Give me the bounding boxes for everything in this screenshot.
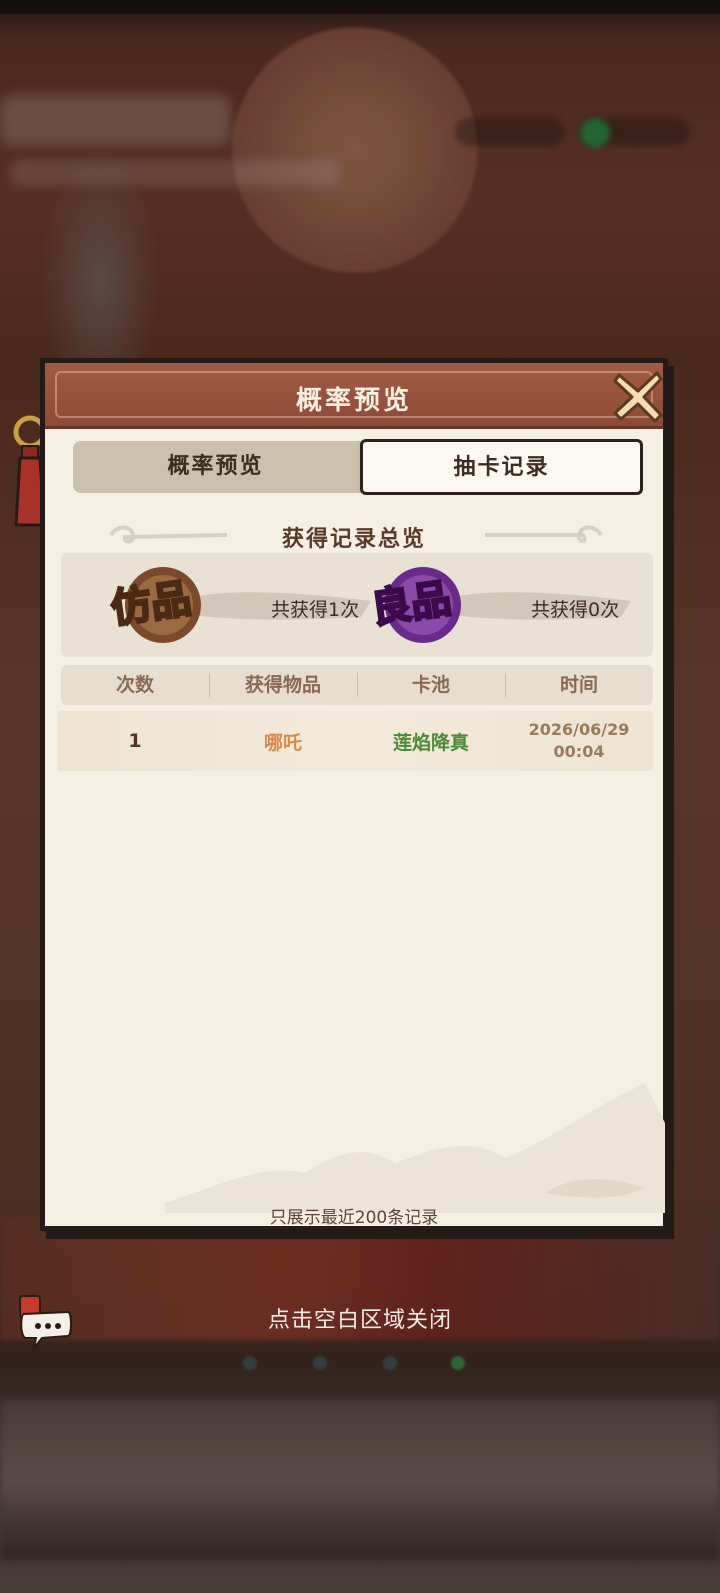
replica-count: 共获得1次 bbox=[271, 599, 360, 621]
replica-badge-icon: 仿品 bbox=[107, 567, 201, 643]
chat-bubble-icon[interactable] bbox=[16, 1292, 74, 1350]
gacha-record-dialog: 概率预览 概率预览 抽卡记录 获得记录总览 仿品 共获得1次 良品 共获得0次 … bbox=[40, 358, 668, 1231]
cell-time-text: 00:04 bbox=[553, 742, 605, 761]
column-header-time: 时间 bbox=[559, 674, 598, 696]
tab-draw-records[interactable]: 抽卡记录 bbox=[360, 439, 643, 495]
grade-replica: 仿品 共获得1次 bbox=[101, 553, 381, 657]
good-badge-icon: 良品 bbox=[367, 567, 461, 643]
dialog-title: 概率预览 bbox=[295, 386, 412, 416]
dialog-header: 概率预览 bbox=[45, 363, 663, 429]
summary-box: 仿品 共获得1次 良品 共获得0次 bbox=[61, 553, 653, 657]
table-row: 1 哪吒 莲焰降真 2026/06/29 00:04 bbox=[57, 711, 653, 771]
mountain-decoration bbox=[165, 1083, 665, 1213]
column-header-item: 获得物品 bbox=[244, 674, 321, 696]
column-header-pool: 卡池 bbox=[411, 674, 450, 696]
column-header-count: 次数 bbox=[115, 674, 154, 696]
cell-count: 1 bbox=[128, 730, 142, 752]
cell-item: 哪吒 bbox=[263, 731, 302, 754]
cell-pool: 莲焰降真 bbox=[392, 731, 469, 754]
good-count: 共获得0次 bbox=[531, 599, 620, 621]
footer-note: 只展示最近200条记录 bbox=[269, 1208, 439, 1228]
tab-bar: 概率预览 抽卡记录 bbox=[73, 439, 643, 495]
table-header: 次数 获得物品 卡池 时间 bbox=[61, 665, 653, 705]
tab-probability-preview[interactable]: 概率预览 bbox=[73, 441, 358, 493]
close-hint[interactable]: 点击空白区域关闭 bbox=[0, 1302, 720, 1334]
cloud-divider-right bbox=[485, 525, 603, 543]
grade-good: 良品 共获得0次 bbox=[361, 553, 641, 657]
close-x-icon[interactable] bbox=[611, 369, 665, 423]
cell-time: 2026/06/29 00:04 bbox=[505, 711, 653, 771]
cell-date-text: 2026/06/29 bbox=[528, 720, 630, 739]
